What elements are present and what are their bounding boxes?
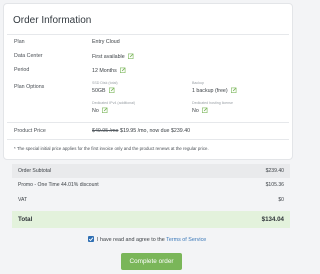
dedicated-ip-option: Dedicated IPv4 (additional) No <box>92 101 135 114</box>
product-price-label: Product Price <box>14 128 46 134</box>
order-subtotal-row: Order Subtotal $239.40 <box>12 164 290 178</box>
divider <box>7 122 289 123</box>
promo-label: Promo - One Time 44.01% discount <box>18 182 99 188</box>
edit-icon[interactable] <box>101 107 108 113</box>
new-price: $19.95 /mo <box>120 128 147 134</box>
order-summary: Order Subtotal $239.40 Promo - One Time … <box>12 164 290 230</box>
backup-label: Backup <box>192 81 204 85</box>
vat-row: VAT $0 <box>12 193 290 207</box>
edit-icon[interactable] <box>108 87 115 93</box>
complete-order-button[interactable]: Complete order <box>121 253 182 270</box>
backup-value: 1 backup (free) <box>192 88 228 94</box>
license-value: No <box>192 108 199 114</box>
terms-of-service-link[interactable]: Terms of Service <box>166 237 206 243</box>
edit-icon[interactable] <box>201 107 208 113</box>
plan-label: Plan <box>14 39 25 45</box>
terms-agreement: I have read and agree to the Terms of Se… <box>88 236 206 243</box>
plan-value: Entry Cloud <box>92 39 120 45</box>
promo-value: $105.36 <box>265 182 284 188</box>
edit-icon[interactable] <box>119 67 126 73</box>
license-option: Dedicated hosting license No <box>192 101 233 114</box>
plan-options-label: Plan Options <box>14 84 45 90</box>
dedicated-ip-value: No <box>92 108 99 114</box>
data-center-field: First available <box>92 53 134 60</box>
order-subtotal-value: $239.40 <box>265 168 284 174</box>
period-label: Period <box>14 67 30 73</box>
promo-row: Promo - One Time 44.01% discount $105.36 <box>12 178 290 192</box>
backup-option: Backup 1 backup (free) <box>192 81 237 94</box>
total-row: Total $134.04 <box>12 211 290 228</box>
checkbox-checked-icon[interactable] <box>88 236 94 242</box>
divider <box>7 34 289 35</box>
period-value: 12 Months <box>92 68 117 74</box>
total-label: Total <box>18 216 33 223</box>
ssd-disk-value: 50GB <box>92 88 106 94</box>
data-center-value: First available <box>92 54 125 60</box>
period-field: 12 Months <box>92 67 126 74</box>
edit-icon[interactable] <box>230 87 237 93</box>
old-price: $49.95 /mo <box>92 128 119 134</box>
ssd-disk-label: SSD Disk (total) <box>92 81 118 85</box>
due-now-text: , now due $239.40 <box>146 128 191 134</box>
data-center-label: Data Center <box>14 53 43 59</box>
dedicated-ip-label: Dedicated IPv4 (additional) <box>92 101 136 105</box>
order-information-card: Order Information Plan Entry Cloud Data … <box>3 3 293 160</box>
ssd-disk-option: SSD Disk (total) 50GB <box>92 81 118 94</box>
product-price-value: $49.95 /mo $19.95 /mo, now due $239.40 <box>92 128 190 134</box>
license-label: Dedicated hosting license <box>192 101 233 105</box>
price-footnote: * The special initial price applies for … <box>14 146 209 151</box>
page-title: Order Information <box>13 15 92 26</box>
vat-value: $0 <box>278 197 284 203</box>
agreement-text: I have read and agree to the <box>97 237 167 243</box>
edit-icon[interactable] <box>127 53 134 59</box>
divider <box>7 139 289 140</box>
vat-label: VAT <box>18 197 28 203</box>
order-subtotal-label: Order Subtotal <box>18 168 52 174</box>
total-value: $134.04 <box>261 216 284 223</box>
